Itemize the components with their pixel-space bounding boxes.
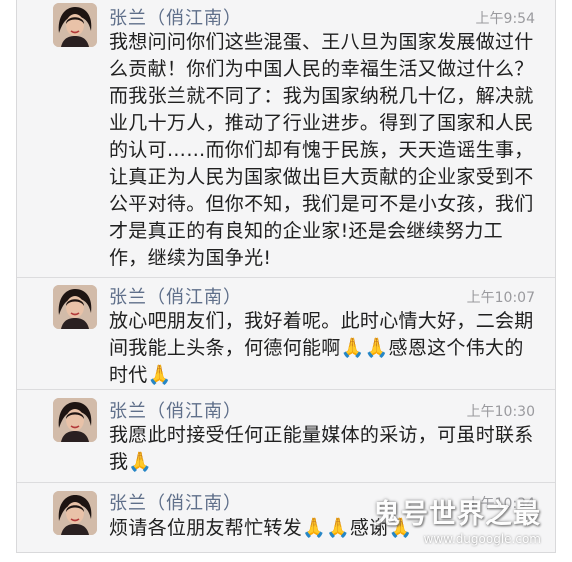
site-watermark: 鬼号世界之最 www.dugoogle.com: [341, 492, 541, 546]
profile-photo-icon: [53, 491, 97, 535]
chat-message[interactable]: 张兰（俏江南） 上午9:54 我想问问你们这些混蛋、王八旦为国家发展做过什么贡献…: [17, 0, 555, 278]
chat-message[interactable]: 张兰（俏江南） 上午10:30 我愿此时接受任何正能量媒体的采访，可虽时联系我🙏: [17, 390, 555, 483]
profile-photo-icon: [53, 3, 97, 47]
message-text: 我想问问你们这些混蛋、王八旦为国家发展做过什么贡献！你们为中国人民的幸福生活又做…: [109, 31, 534, 269]
message-time: 上午9:54: [475, 11, 535, 27]
avatar[interactable]: [53, 491, 97, 535]
sender-name[interactable]: 张兰（俏江南）: [109, 397, 242, 423]
profile-photo-icon: [53, 285, 97, 329]
message-time: 上午10:30: [466, 404, 535, 420]
avatar[interactable]: [53, 398, 97, 442]
watermark-title: 鬼号世界之最: [373, 499, 541, 530]
avatar[interactable]: [53, 3, 97, 47]
sender-name[interactable]: 张兰（俏江南）: [109, 283, 242, 309]
message-text: 我愿此时接受任何正能量媒体的采访，可虽时联系我🙏: [109, 424, 534, 473]
sender-name[interactable]: 张兰（俏江南）: [109, 4, 242, 30]
chat-panel: 张兰（俏江南） 上午9:54 我想问问你们这些混蛋、王八旦为国家发展做过什么贡献…: [16, 0, 556, 553]
profile-photo-icon: [53, 398, 97, 442]
chat-message[interactable]: 张兰（俏江南） 上午10:07 放心吧朋友们，我好着呢。此时心情大好，二会期间我…: [17, 278, 555, 390]
sender-name[interactable]: 张兰（俏江南）: [109, 489, 242, 515]
message-time: 上午10:07: [466, 290, 535, 306]
watermark-url: www.dugoogle.com: [423, 532, 541, 546]
avatar[interactable]: [53, 285, 97, 329]
message-text: 放心吧朋友们，我好着呢。此时心情大好，二会期间我能上头条，何德何能啊🙏🙏感恩这个…: [109, 310, 534, 386]
